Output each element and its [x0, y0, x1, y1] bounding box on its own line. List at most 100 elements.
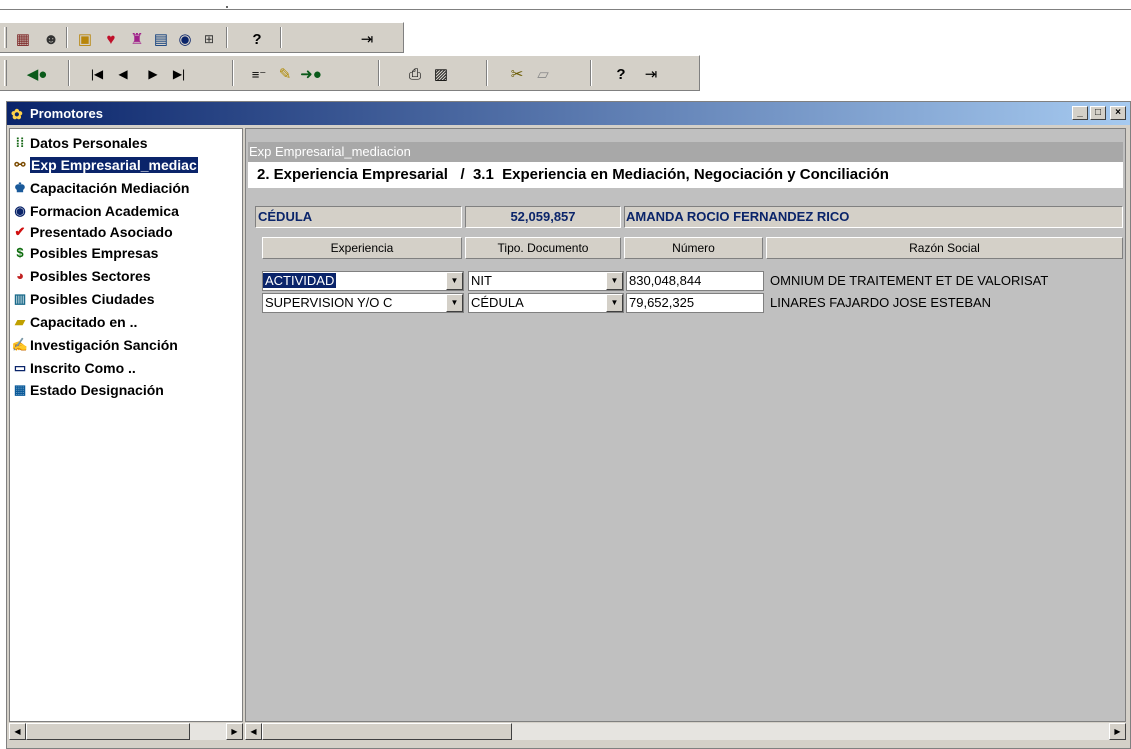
save-record-icon[interactable]: ➜● [300, 63, 322, 85]
table-icon: ▦ [13, 381, 27, 397]
person-name-field: AMANDA ROCIO FERNANDEZ RICO [624, 206, 1123, 228]
toolbar-separator [232, 60, 234, 86]
scroll-right-button[interactable]: ▶ [226, 723, 243, 740]
experiencia-value: ACTIVIDAD [263, 273, 337, 288]
dropdown-arrow-icon[interactable]: ▼ [606, 272, 623, 290]
scroll-left-button[interactable]: ◀ [9, 723, 26, 740]
first-record-icon[interactable]: |◀ [86, 63, 108, 85]
exit-icon[interactable]: ⇥ [640, 63, 662, 85]
column-header-tipo-documento[interactable]: Tipo. Documento [465, 237, 621, 259]
edit-record-icon[interactable]: ✎ [274, 63, 296, 85]
pie-icon: ◕ [16, 268, 24, 283]
city-icon: ▥ [13, 290, 27, 306]
toolbar-separator [68, 60, 70, 86]
form-heading: 2. Experiencia Empresarial / 3.1 Experie… [248, 162, 1123, 188]
database-icon[interactable]: ◉ [174, 28, 196, 50]
top-border [0, 9, 1131, 10]
next-record-icon[interactable]: ▶ [142, 63, 164, 85]
numero-input[interactable]: 830,048,844 [626, 271, 764, 291]
tree-item-formacion-academica[interactable]: ◉ Formacion Academica [12, 201, 179, 220]
insert-record-icon[interactable]: ≡⁻ [248, 63, 270, 85]
experiencia-value: SUPERVISION Y/O C [265, 295, 393, 310]
heart-badge-icon[interactable]: ♥ [100, 28, 122, 50]
tree-item-posibles-empresas[interactable]: $ Posibles Empresas [12, 243, 158, 262]
eraser-icon[interactable]: ▱ [532, 63, 554, 85]
form-horizontal-scrollbar[interactable]: ◀ ▶ [245, 722, 1126, 740]
cut-icon[interactable]: ✂ [506, 63, 528, 85]
id-number-field: 52,059,857 [465, 206, 621, 228]
money-icon: $ [16, 245, 24, 260]
people-icon[interactable]: ♜ [126, 28, 148, 50]
help-icon[interactable]: ? [610, 63, 632, 85]
tree-item-estado-designacion[interactable]: ▦ Estado Designación [12, 380, 164, 399]
tipo-documento-value: CÉDULA [471, 295, 524, 310]
card-icon: ▭ [13, 359, 27, 375]
exit-icon[interactable]: ⇥ [356, 28, 378, 50]
form-subtitle: Exp Empresarial_mediacion [248, 142, 1123, 162]
toolbar-separator [378, 60, 380, 86]
tipo-documento-value: NIT [471, 273, 492, 288]
tree-item-presentado-asociado[interactable]: ✔ Presentado Asociado [12, 222, 173, 241]
user-search-icon[interactable]: ☻ [40, 28, 62, 50]
scroll-thumb[interactable] [26, 723, 190, 740]
toolbar-separator [226, 27, 228, 48]
record-toolbar: ◀● |◀ ◀ ▶ ▶| ≡⁻ ✎ ➜● ⎙ ▨ ✂ ▱ ? ⇥ [0, 55, 700, 91]
scroll-thumb[interactable] [262, 723, 512, 740]
tipo-documento-select[interactable]: NIT ▼ [468, 271, 624, 291]
column-header-numero[interactable]: Número [624, 237, 763, 259]
grid-icon[interactable]: ▦ [12, 28, 34, 50]
scroll-right-button[interactable]: ▶ [1109, 723, 1126, 740]
dropdown-arrow-icon[interactable]: ▼ [606, 294, 623, 312]
window-title: Promotores [30, 106, 103, 121]
tree-item-exp-empresarial[interactable]: ⚯ Exp Empresarial_mediac [12, 155, 198, 174]
tree-item-posibles-ciudades[interactable]: ▥ Posibles Ciudades [12, 289, 155, 308]
tree-item-posibles-sectores[interactable]: ◕ Posibles Sectores [12, 266, 151, 285]
experiencia-select[interactable]: ACTIVIDAD ▼ [262, 271, 464, 291]
report-icon[interactable]: ▣ [74, 28, 96, 50]
toolbar-separator [280, 27, 282, 48]
form-panel: Exp Empresarial_mediacion 2. Experiencia… [245, 128, 1126, 722]
numeric-icon[interactable]: ⊞ [198, 28, 220, 50]
tree-item-inscrito-como[interactable]: ▭ Inscrito Como .. [12, 358, 136, 377]
back-icon[interactable]: ◀● [26, 63, 48, 85]
column-header-razon-social[interactable]: Razón Social [766, 237, 1123, 259]
window-titlebar[interactable]: ✿ Promotores _ □ × [7, 102, 1130, 125]
tree-item-capacitacion-mediacion[interactable]: ♚ Capacitación Mediación [12, 178, 189, 197]
people-icon: ♚ [14, 179, 26, 195]
column-header-experiencia[interactable]: Experiencia [262, 237, 462, 259]
navigation-tree: ⁞⁞ Datos Personales ⚯ Exp Empresarial_medi… [9, 128, 243, 722]
grid-icon: ⁞⁞ [15, 135, 25, 150]
toolbar-separator [486, 60, 488, 86]
tree-item-capacitado-en[interactable]: ▰ Capacitado en .. [12, 312, 137, 331]
toolbar-grip[interactable] [4, 60, 7, 86]
id-type-field: CÉDULA [255, 206, 462, 228]
toolbar-grip[interactable] [4, 27, 7, 48]
print-icon[interactable]: ⎙ [404, 63, 426, 85]
scroll-left-button[interactable]: ◀ [245, 723, 262, 740]
minimize-button[interactable]: _ [1072, 106, 1088, 120]
dropdown-arrow-icon[interactable]: ▼ [446, 294, 463, 312]
check-icon: ✔ [14, 223, 26, 239]
prev-record-icon[interactable]: ◀ [112, 63, 134, 85]
numero-input[interactable]: 79,652,325 [626, 293, 764, 313]
tipo-documento-select[interactable]: CÉDULA ▼ [468, 293, 624, 313]
help-icon[interactable]: ? [246, 28, 268, 50]
toolbar-separator [66, 27, 68, 48]
database-icon: ◉ [14, 202, 26, 218]
folder-icon: ▰ [15, 313, 25, 329]
last-record-icon[interactable]: ▶| [168, 63, 190, 85]
experiencia-select[interactable]: SUPERVISION Y/O C ▼ [262, 293, 464, 313]
tree-icon: ⚯ [14, 156, 26, 172]
table-icon[interactable]: ▤ [150, 28, 172, 50]
dropdown-arrow-icon[interactable]: ▼ [446, 272, 463, 290]
razon-social-cell: LINARES FAJARDO JOSE ESTEBAN [770, 295, 992, 310]
tree-horizontal-scrollbar[interactable]: ◀ ▶ [9, 722, 243, 740]
main-toolbar: ▦ ☻ ▣ ♥ ♜ ▤ ◉ ⊞ ? ⇥ [0, 22, 404, 53]
app-icon: ✿ [11, 105, 23, 122]
close-button[interactable]: × [1110, 106, 1126, 120]
maximize-button[interactable]: □ [1090, 106, 1106, 120]
razon-social-cell: OMNIUM DE TRAITEMENT ET DE VALORISAT [770, 273, 1049, 288]
disk-icon[interactable]: ▨ [430, 63, 452, 85]
tree-item-datos-personales[interactable]: ⁞⁞ Datos Personales [12, 133, 148, 152]
tree-item-investigacion-sancion[interactable]: ✍ Investigación Sanción [12, 335, 178, 354]
